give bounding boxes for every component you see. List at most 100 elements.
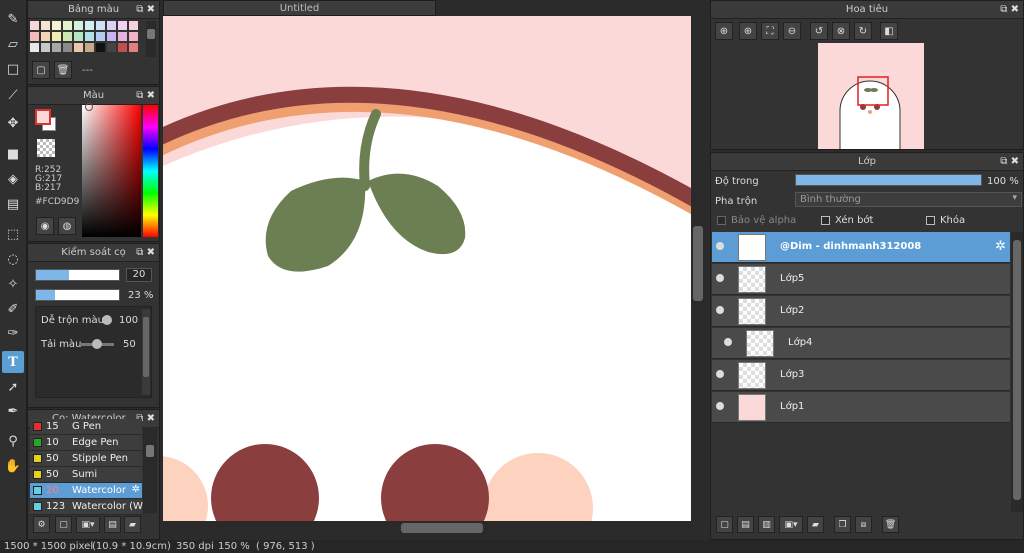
- gradient-tool-icon[interactable]: ▤: [2, 193, 24, 215]
- navigator-preview[interactable]: [818, 43, 924, 149]
- palette-swatch[interactable]: [30, 32, 39, 41]
- palette-swatch[interactable]: [63, 43, 72, 52]
- brush-size-value[interactable]: 20: [126, 268, 152, 282]
- blend-knob[interactable]: [102, 315, 112, 325]
- palette-swatch[interactable]: [107, 43, 116, 52]
- delete-layer-icon[interactable]: 🗑: [882, 516, 899, 533]
- palette-swatch[interactable]: [96, 32, 105, 41]
- line-tool-icon[interactable]: ⟋: [2, 84, 24, 106]
- brush-item[interactable]: 20 Watercolor ✲: [30, 483, 142, 499]
- operation-tool-icon[interactable]: ➚: [2, 376, 24, 398]
- layer-opacity-slider[interactable]: [795, 174, 982, 186]
- reset-rotation-icon[interactable]: ⊗: [832, 22, 850, 40]
- brush-item[interactable]: 50 Stipple Pen: [30, 451, 142, 467]
- layer-item[interactable]: @Dim - dinhmanh312008 ✲: [712, 232, 1010, 263]
- color-wheel-icon[interactable]: ◉: [36, 217, 54, 235]
- palette-swatch[interactable]: [96, 43, 105, 52]
- delete-palette-icon[interactable]: 🗑: [54, 61, 72, 79]
- protect-alpha-checkbox[interactable]: [717, 216, 726, 225]
- palette-swatch[interactable]: [118, 32, 127, 41]
- new-brush-icon[interactable]: ▢: [55, 516, 72, 533]
- panel-float-close-icon[interactable]: ⧉ ✖: [1000, 153, 1019, 171]
- rotate-left-icon[interactable]: ↺: [810, 22, 828, 40]
- merge-layer-icon[interactable]: ⧈: [855, 516, 872, 533]
- lock-checkbox[interactable]: [926, 216, 935, 225]
- eye-icon[interactable]: [716, 242, 724, 250]
- eye-icon[interactable]: [716, 274, 724, 282]
- transparent-color-swatch[interactable]: [37, 139, 55, 157]
- hand-tool-icon[interactable]: ✋: [2, 455, 24, 477]
- palette-swatch[interactable]: [52, 21, 61, 30]
- flow-slider[interactable]: [80, 339, 114, 349]
- palette-swatch[interactable]: [63, 21, 72, 30]
- canvas-horizontal-scrollbar[interactable]: [163, 521, 691, 535]
- duplicate-layer-icon[interactable]: ❐: [834, 516, 851, 533]
- palette-swatch[interactable]: [129, 32, 138, 41]
- new-palette-icon[interactable]: ▢: [32, 61, 50, 79]
- palette-swatch[interactable]: [74, 43, 83, 52]
- panel-float-close-icon[interactable]: ⧉ ✖: [136, 244, 155, 262]
- new-layer-icon[interactable]: ▢: [716, 516, 733, 533]
- zoom-plus-icon[interactable]: ⊕: [739, 22, 757, 40]
- palette-swatch[interactable]: [129, 43, 138, 52]
- palette-swatch[interactable]: [41, 32, 50, 41]
- palette-swatch[interactable]: [85, 32, 94, 41]
- palette-swatch[interactable]: [30, 43, 39, 52]
- brush-item[interactable]: 123 Watercolor (We: [30, 499, 149, 515]
- fit-screen-icon[interactable]: ⛶: [761, 22, 779, 40]
- brush-list-scrollbar[interactable]: [143, 427, 157, 513]
- panel-float-close-icon[interactable]: ⧉ ✖: [136, 87, 155, 105]
- eraser-tool-icon[interactable]: ▱: [2, 33, 24, 55]
- palette-swatch[interactable]: [96, 21, 105, 30]
- zoom-out-icon[interactable]: ⊖: [783, 22, 801, 40]
- palette-swatch[interactable]: [85, 43, 94, 52]
- move-tool-icon[interactable]: ✥: [2, 112, 24, 134]
- eye-icon[interactable]: [716, 370, 724, 378]
- fill-rect-tool-icon[interactable]: ■: [2, 143, 24, 165]
- bucket-tool-icon[interactable]: ◈: [2, 168, 24, 190]
- palette-swatch[interactable]: [52, 43, 61, 52]
- saturation-value-picker[interactable]: [82, 103, 141, 237]
- clipping-checkbox[interactable]: [821, 216, 830, 225]
- layer-item[interactable]: Lớp2: [712, 296, 1010, 327]
- brush-item[interactable]: 10 Edge Pen: [30, 435, 142, 451]
- palette-swatches[interactable]: [30, 21, 142, 55]
- layer-blend-select[interactable]: Bình thường ▾: [795, 192, 1022, 207]
- rect-tool-icon[interactable]: □: [2, 58, 24, 80]
- magic-wand-tool-icon[interactable]: ✧: [2, 273, 24, 295]
- palette-swatch[interactable]: [41, 43, 50, 52]
- canvas-tab[interactable]: Untitled: [163, 0, 436, 16]
- rotate-right-icon[interactable]: ↻: [854, 22, 872, 40]
- palette-swatch[interactable]: [74, 21, 83, 30]
- eye-icon[interactable]: [716, 306, 724, 314]
- panel-float-close-icon[interactable]: ⧉ ✖: [1000, 1, 1019, 19]
- rect-select-tool-icon[interactable]: ⬚: [2, 223, 24, 245]
- flip-horizontal-icon[interactable]: ◧: [880, 22, 898, 40]
- brush-settings-scrollbar[interactable]: [142, 309, 150, 395]
- brush-size-slider[interactable]: [35, 269, 120, 281]
- palette-scrollbar[interactable]: [146, 21, 156, 57]
- palette-swatch[interactable]: [52, 32, 61, 41]
- palette-swatch[interactable]: [30, 21, 39, 30]
- palette-swatch[interactable]: [85, 21, 94, 30]
- new-layer-1bit-icon[interactable]: ▥: [758, 516, 775, 533]
- layer-folder-icon[interactable]: ▰: [807, 516, 824, 533]
- brush-copy-icon[interactable]: ▤: [104, 516, 121, 533]
- canvas-viewport[interactable]: [163, 16, 691, 521]
- brush-tool-icon[interactable]: ✎: [2, 8, 24, 30]
- add-brush-menu-icon[interactable]: ▣▾: [76, 516, 100, 533]
- palette-swatch[interactable]: [107, 32, 116, 41]
- layer-item[interactable]: Lớp4: [712, 328, 1010, 359]
- brush-item[interactable]: 50 Sumi: [30, 467, 142, 483]
- eye-icon[interactable]: [716, 402, 724, 410]
- palette-swatch[interactable]: [118, 43, 127, 52]
- layer-scrollbar[interactable]: [1011, 232, 1023, 512]
- select-eraser-tool-icon[interactable]: ✑: [2, 322, 24, 344]
- palette-swatch[interactable]: [63, 32, 72, 41]
- select-pen-tool-icon[interactable]: ✐: [2, 298, 24, 320]
- gear-icon[interactable]: ✲: [132, 484, 140, 495]
- new-layer-8bit-icon[interactable]: ▤: [737, 516, 754, 533]
- palette-swatch[interactable]: [118, 21, 127, 30]
- brush-settings-icon[interactable]: ⚙: [33, 516, 50, 533]
- layer-item[interactable]: Lớp3: [712, 360, 1010, 391]
